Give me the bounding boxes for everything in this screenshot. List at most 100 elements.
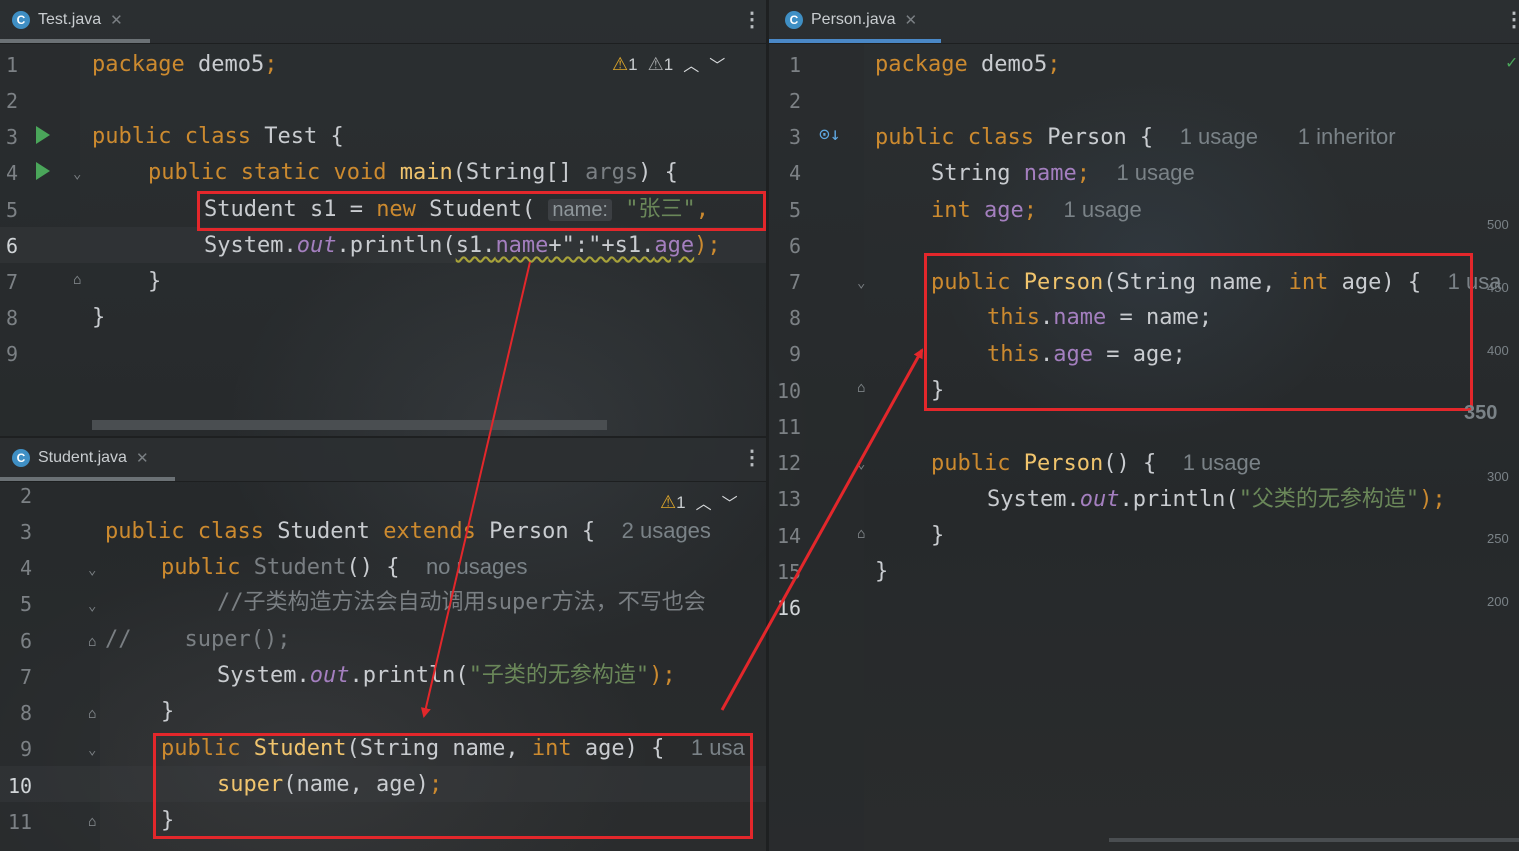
close-tab-icon[interactable]: ✕: [110, 11, 123, 29]
code-line-8[interactable]: }: [92, 300, 105, 336]
fold-icon[interactable]: ⌄: [857, 456, 865, 472]
fold-icon[interactable]: ⌄: [73, 166, 81, 182]
brace: }: [92, 305, 106, 330]
package-name: demo5: [184, 52, 265, 77]
test-editor-pane: C Test.java ✕ ⋮ ⚠1 ⚠1 ︿ ﹀ 1 2 3 4 5 6 7 …: [0, 0, 766, 436]
warning-icon: ⚠: [612, 53, 629, 74]
code-line-4[interactable]: public Student() { no usages: [161, 549, 527, 585]
more-options-icon[interactable]: ⋮: [742, 448, 762, 468]
fold-end-icon[interactable]: ⌂: [88, 634, 96, 650]
code-line-1[interactable]: package demo5;: [875, 47, 1060, 83]
active-tab-indicator: [769, 39, 941, 43]
usages-hint[interactable]: 1 usage: [1116, 160, 1194, 185]
code-line-15[interactable]: }: [875, 554, 888, 590]
inheritors-hint[interactable]: 1 inheritor: [1298, 124, 1396, 149]
constructor-name: Person: [1023, 451, 1104, 476]
java-class-icon: C: [785, 11, 803, 29]
inspection-widget: ⚠1 ⚠1 ︿ ﹀: [612, 52, 725, 76]
usages-hint[interactable]: 1 usage: [1180, 124, 1258, 149]
usages-hint[interactable]: 2 usages: [622, 518, 711, 543]
chevron-down-icon[interactable]: ﹀: [709, 52, 725, 76]
close-tab-icon[interactable]: ✕: [905, 11, 918, 29]
code-line-3[interactable]: public class Test {: [92, 119, 344, 155]
code-line-3[interactable]: public class Person { 1 usage 1 inherito…: [875, 119, 1396, 155]
comment: super();: [184, 627, 291, 652]
code-line-13[interactable]: System.out.println("父类的无参构造");: [987, 482, 1446, 518]
tab-label: Person.java: [811, 11, 896, 28]
run-main-icon[interactable]: [36, 162, 50, 180]
warning-icon: ⚠: [660, 491, 677, 512]
code-line-1[interactable]: package demo5;: [92, 47, 277, 83]
fold-icon[interactable]: ⌄: [88, 598, 96, 614]
chevron-down-icon[interactable]: ﹀: [722, 490, 738, 514]
line-number: 9: [789, 342, 802, 366]
tab-student-java[interactable]: C Student.java ✕: [0, 438, 149, 478]
keyword: public: [875, 125, 955, 150]
code-line-12[interactable]: public Person() { 1 usage: [931, 445, 1261, 481]
chevron-up-icon[interactable]: ︿: [696, 490, 712, 514]
inspection-widget: ⚠1 ︿ ﹀: [660, 490, 738, 514]
fold-end-icon[interactable]: ⌂: [857, 526, 865, 542]
code-line-5[interactable]: int age; 1 usage: [931, 192, 1142, 228]
brace: }: [161, 699, 175, 724]
more-options-icon[interactable]: ⋮: [1504, 10, 1519, 30]
line-number: 12: [777, 451, 802, 475]
java-class-icon: C: [12, 449, 30, 467]
fold-icon[interactable]: ⌄: [88, 562, 96, 578]
line-number: 4: [20, 556, 33, 580]
horizontal-scrollbar[interactable]: [1109, 838, 1519, 842]
code-line-6[interactable]: // super();: [105, 622, 290, 658]
code-line-3[interactable]: public class Student extends Person { 2 …: [105, 513, 711, 549]
brace: ) {: [638, 160, 678, 185]
code-line-5[interactable]: //子类构造方法会自动调用super方法，不写也会: [217, 585, 706, 621]
line-number: 7: [20, 665, 33, 689]
highlight-box-new-student: [197, 191, 766, 231]
code-line-6[interactable]: System.out.println(s1.name+":"+s1.age);: [204, 228, 721, 264]
line-number: 3: [20, 520, 33, 544]
line-number: 13: [777, 487, 802, 511]
code-line-7[interactable]: System.out.println("子类的无参构造");: [217, 658, 676, 694]
close-tab-icon[interactable]: ✕: [136, 449, 149, 467]
line-number: 9: [6, 342, 19, 366]
line-number: 5: [20, 592, 33, 616]
more-options-icon[interactable]: ⋮: [742, 10, 762, 30]
tab-test-java[interactable]: C Test.java ✕: [0, 0, 123, 40]
scale-tick: 300: [1487, 469, 1509, 484]
usages-hint[interactable]: 1 usage: [1183, 450, 1261, 475]
fold-end-icon[interactable]: ⌂: [73, 272, 81, 288]
usages-hint[interactable]: 1 usage: [1063, 197, 1141, 222]
person-tab-bar: C Person.java ✕ ⋮: [769, 0, 1519, 44]
string-literal: "子类的无参构造": [468, 663, 650, 688]
keyword: package: [92, 52, 185, 77]
chevron-up-icon[interactable]: ︿: [683, 52, 699, 76]
system-ref: System.: [204, 233, 297, 258]
semicolon: ;: [1023, 198, 1037, 223]
code-line-8[interactable]: }: [161, 694, 174, 730]
fold-icon[interactable]: ⌄: [88, 742, 96, 758]
close-paren: );: [694, 233, 721, 258]
line-number: 11: [777, 415, 802, 439]
active-tab-indicator: [0, 477, 175, 481]
package-name: demo5: [967, 52, 1048, 77]
tab-person-java[interactable]: C Person.java ✕: [773, 0, 917, 40]
fold-end-icon[interactable]: ⌂: [857, 380, 865, 396]
fold-icon[interactable]: ⌄: [857, 275, 865, 291]
fold-end-icon[interactable]: ⌂: [88, 706, 96, 722]
code-line-14[interactable]: }: [931, 518, 944, 554]
class-name: Person {: [1033, 125, 1154, 150]
code-line-4[interactable]: String name; 1 usage: [931, 155, 1195, 191]
warned-expression: s1.name+":"+s1.age: [456, 233, 694, 258]
line-number: 3: [789, 125, 802, 149]
horizontal-scrollbar[interactable]: [92, 420, 607, 430]
line-number: 6: [6, 234, 19, 258]
overridden-by-icon[interactable]: ⊙↓: [819, 124, 841, 145]
fold-end-icon[interactable]: ⌂: [88, 814, 96, 830]
run-class-icon[interactable]: [36, 126, 50, 144]
code-line-7[interactable]: }: [148, 264, 161, 300]
code-line-4[interactable]: public static void main(String[] args) {: [148, 155, 678, 191]
var: s1.: [614, 233, 655, 258]
line-number: 11: [8, 810, 33, 834]
usages-hint[interactable]: no usages: [426, 554, 528, 579]
brace: }: [931, 523, 945, 548]
line-number: 4: [6, 161, 19, 185]
